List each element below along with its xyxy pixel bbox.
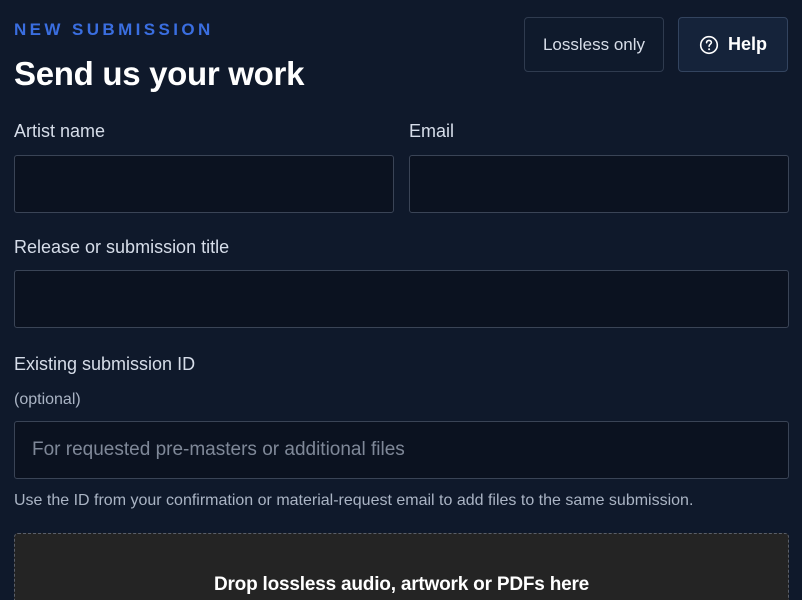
eyebrow-label: NEW SUBMISSION (14, 20, 214, 39)
submission-id-input[interactable] (14, 421, 789, 479)
email-input[interactable] (409, 155, 789, 213)
question-circle-icon (699, 35, 719, 54)
email-label: Email (409, 121, 455, 141)
help-label: Help (727, 34, 767, 54)
submission-id-help: Use the ID from your confirmation or mat… (14, 492, 694, 509)
artist-name-label: Artist name (14, 121, 106, 141)
lossless-only-button[interactable]: Lossless only (524, 17, 664, 72)
artist-name-input[interactable] (14, 155, 394, 213)
header-actions: Lossless only Help (524, 17, 788, 72)
dropzone-text: Drop lossless audio, artwork or PDFs her… (213, 574, 590, 595)
submission-page: NEW SUBMISSION Send us your work Lossles… (0, 0, 802, 600)
file-dropzone[interactable]: Drop lossless audio, artwork or PDFs her… (14, 533, 789, 600)
release-title-input[interactable] (14, 270, 789, 328)
release-title-label: Release or submission title (14, 237, 230, 257)
page-title: Send us your work (14, 55, 305, 92)
help-button[interactable]: Help (678, 17, 788, 72)
lossless-only-label: Lossless only (542, 34, 646, 54)
optional-hint: (optional) (14, 391, 81, 408)
submission-id-label: Existing submission ID (14, 354, 196, 374)
